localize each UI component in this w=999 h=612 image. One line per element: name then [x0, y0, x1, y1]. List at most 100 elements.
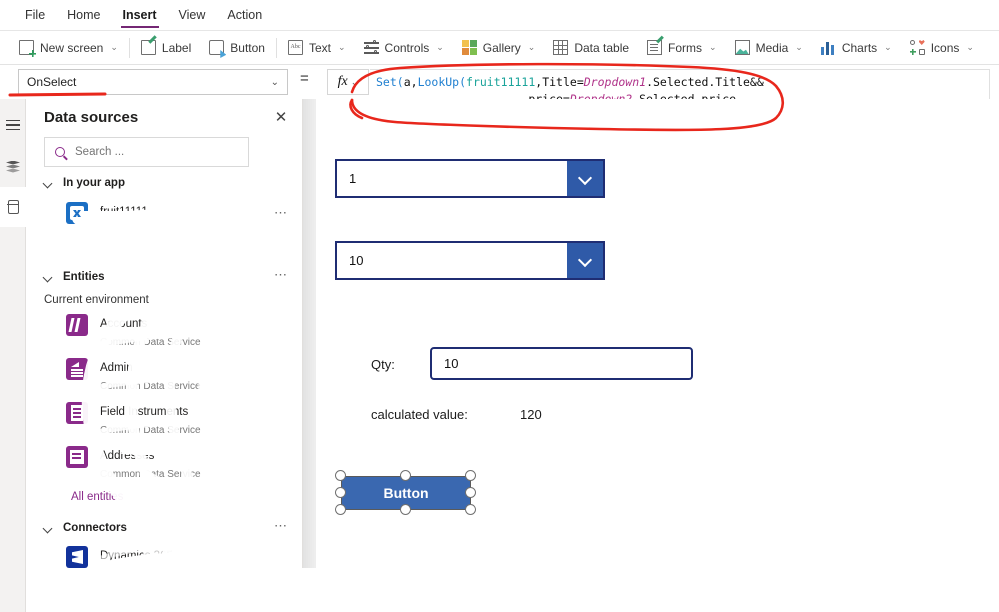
- ribbon-media-label: Media: [755, 40, 789, 55]
- property-select[interactable]: OnSelect ⌄: [18, 69, 288, 95]
- ribbon-new-screen-button[interactable]: New screen ⌄: [10, 35, 127, 61]
- section-in-your-app[interactable]: In your app: [44, 177, 125, 189]
- menu-item-action[interactable]: Action: [216, 0, 273, 30]
- ribbon-button-button[interactable]: Button: [200, 35, 274, 61]
- property-select-value: OnSelect: [27, 75, 77, 89]
- section-in-your-app-label: In your app: [63, 177, 125, 189]
- ribbon-media-button[interactable]: Media ⌄: [726, 35, 812, 61]
- left-icon-rail: [0, 99, 26, 612]
- entity-item-field-instruments[interactable]: Field Instruments Common Data Service: [66, 402, 201, 438]
- dropdown1-toggle[interactable]: [567, 161, 603, 196]
- section-entities-label: Entities: [63, 271, 105, 283]
- resize-handle-sw[interactable]: [335, 504, 346, 515]
- data-sources-button[interactable]: [0, 187, 26, 227]
- entities-more-button[interactable]: ⋯: [274, 267, 288, 283]
- new-screen-icon: [19, 40, 36, 57]
- ribbon-data-table-label: Data table: [574, 40, 630, 55]
- ribbon-data-table-button[interactable]: Data table: [544, 35, 638, 61]
- chevron-down-icon: ⌄: [436, 42, 444, 52]
- menu-item-insert[interactable]: Insert: [112, 0, 168, 30]
- entity-sub: Common Data Service: [100, 469, 201, 480]
- close-icon[interactable]: ✕: [272, 109, 290, 127]
- ribbon-charts-button[interactable]: Charts ⌄: [812, 35, 901, 61]
- menu-item-home[interactable]: Home: [56, 0, 111, 30]
- ribbon-forms-button[interactable]: Forms ⌄: [638, 35, 726, 61]
- ribbon-label-button[interactable]: Label: [132, 35, 200, 61]
- entity-field-instruments-icon: [66, 402, 88, 424]
- ribbon-text-button[interactable]: Abc Text ⌄: [279, 35, 355, 61]
- label-icon: [140, 40, 156, 55]
- connector-name: Dynamics 365: [100, 550, 173, 562]
- ribbon-icons-button[interactable]: Icons ⌄: [901, 35, 983, 61]
- fx-icon: fx: [337, 74, 348, 89]
- chevron-down-icon: ⌄: [795, 42, 803, 52]
- qty-text-input[interactable]: 10: [430, 347, 693, 380]
- ribbon-new-screen-label: New screen: [40, 40, 104, 55]
- entity-sub: Common Data Service: [100, 381, 201, 392]
- charts-icon: [820, 40, 836, 55]
- entity-item-accounts[interactable]: Accounts Common Data Service: [66, 314, 201, 350]
- equals-sign: =: [300, 70, 309, 87]
- data-sources-panel: Data sources ✕ In your app fruit11111 ⋯ …: [26, 99, 303, 568]
- forms-icon: [647, 40, 663, 55]
- resize-handle-nw[interactable]: [335, 470, 346, 481]
- ribbon-controls-button[interactable]: Controls ⌄: [355, 35, 453, 61]
- entity-addresses-icon: [66, 446, 88, 468]
- controls-icon: [363, 39, 379, 55]
- entity-item-all-entities[interactable]: All entities: [71, 491, 123, 503]
- chevron-down-icon: [44, 179, 53, 188]
- data-source-name: fruit11111: [100, 206, 148, 218]
- resize-handle-ne[interactable]: [465, 470, 476, 481]
- menu-item-view[interactable]: View: [168, 0, 217, 30]
- chevron-down-icon: [580, 255, 591, 266]
- resize-handle-n[interactable]: [400, 470, 411, 481]
- entity-name: Field Instruments: [100, 406, 189, 418]
- screens-layers-icon: [6, 160, 20, 174]
- chevron-down-icon: [44, 273, 53, 282]
- resize-handle-w[interactable]: [335, 487, 346, 498]
- powerapps-studio-window: File Home Insert View Action New screen …: [0, 0, 999, 612]
- qty-input-value: 10: [444, 356, 459, 371]
- search-input[interactable]: [73, 145, 223, 159]
- resize-handle-e[interactable]: [465, 487, 476, 498]
- fx-button[interactable]: fx ⌄: [327, 69, 369, 95]
- ribbon-button-label: Button: [230, 40, 265, 55]
- entity-sub: Common Data Service: [100, 337, 201, 348]
- data-source-more-button[interactable]: ⋯: [274, 205, 288, 221]
- entity-sub: Common Data Service: [100, 425, 201, 436]
- chevron-down-icon: ⌄: [338, 42, 346, 52]
- data-source-item-fruit11111[interactable]: fruit11111: [66, 202, 148, 224]
- ribbon-forms-label: Forms: [668, 40, 703, 55]
- entity-name: Accounts: [100, 318, 148, 330]
- dropdown1[interactable]: 1: [335, 159, 605, 198]
- chevron-down-icon: ⌄: [270, 76, 279, 88]
- section-entities[interactable]: Entities: [44, 271, 105, 283]
- connector-item-dynamics-365[interactable]: Dynamics 365 ...envi...: [66, 546, 173, 568]
- screens-button[interactable]: [0, 147, 26, 187]
- chevron-down-icon: [580, 173, 591, 184]
- resize-handle-se[interactable]: [465, 504, 476, 515]
- ribbon-text-label: Text: [308, 40, 331, 55]
- dropdown2-toggle[interactable]: [567, 243, 603, 278]
- media-icon: [734, 40, 750, 55]
- app-canvas: 1 10 Qty: 10 calculated value: 120 Butto…: [316, 99, 999, 568]
- resize-handle-s[interactable]: [400, 504, 411, 515]
- search-box[interactable]: [44, 137, 249, 167]
- chevron-down-icon: ⌄: [966, 42, 974, 52]
- ribbon-icons-label: Icons: [930, 40, 960, 55]
- environment-label: Current environment: [44, 294, 149, 306]
- calculated-value-label: calculated value:: [371, 407, 468, 422]
- excel-data-source-icon: [66, 202, 88, 224]
- button-control-label: Button: [383, 485, 429, 501]
- entity-item-admin[interactable]: Admin Common Data Service: [66, 358, 201, 394]
- ribbon-gallery-label: Gallery: [482, 40, 521, 55]
- connectors-more-button[interactable]: ⋯: [274, 518, 288, 534]
- dropdown2[interactable]: 10: [335, 241, 605, 280]
- ribbon-gallery-button[interactable]: Gallery ⌄: [453, 35, 545, 61]
- insert-ribbon: New screen ⌄ Label Button Abc Text ⌄ Con…: [0, 31, 999, 65]
- entity-item-addresses[interactable]: Addresses Common Data Service: [66, 446, 201, 482]
- menu-item-file[interactable]: File: [14, 0, 56, 30]
- section-connectors[interactable]: Connectors: [44, 522, 127, 534]
- hamburger-menu-button[interactable]: [0, 105, 26, 145]
- canvas-gutter: [303, 99, 316, 568]
